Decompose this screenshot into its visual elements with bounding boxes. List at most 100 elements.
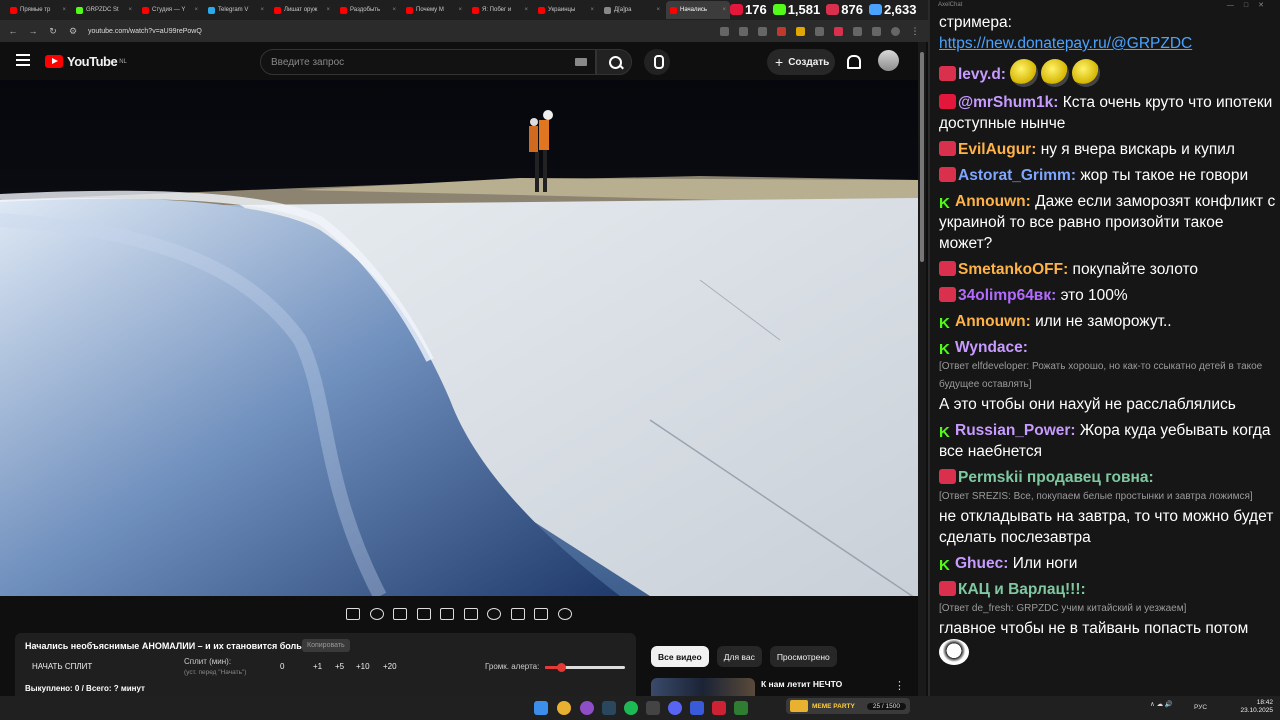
profile-icon[interactable] (891, 26, 900, 36)
copy-button[interactable]: Копировать (302, 639, 350, 652)
camera-icon[interactable] (534, 608, 549, 620)
close-tab-icon[interactable]: × (194, 7, 198, 13)
chat-username[interactable]: Permskii продавец говна: (958, 469, 1154, 486)
volume-slider[interactable] (545, 663, 625, 672)
increment-button[interactable]: +10 (356, 662, 370, 671)
app-icon[interactable] (580, 701, 594, 715)
close-tab-icon[interactable]: × (590, 7, 594, 13)
chat-username[interactable]: Ghuec: (955, 555, 1008, 572)
browser-tab[interactable]: Раздобыть × (336, 1, 400, 19)
chat-username[interactable]: 34olimp64вк: (958, 287, 1056, 304)
chat-username[interactable]: Astorat_Grimm: (958, 167, 1076, 184)
reload-icon[interactable]: ↻ (48, 26, 58, 37)
menu-icon[interactable] (16, 54, 30, 66)
chat-username[interactable]: КАЦ и Варлац!!!: (958, 581, 1086, 598)
video-player[interactable] (0, 80, 918, 596)
chat-username[interactable]: levy.d: (958, 66, 1006, 83)
recommendation-thumbnail[interactable] (651, 678, 755, 696)
close-tab-icon[interactable]: × (656, 7, 660, 13)
broadcast-icon[interactable] (369, 608, 384, 620)
discord-icon[interactable] (668, 701, 682, 715)
close-tab-icon[interactable]: × (128, 7, 132, 13)
screen-settings-icon[interactable] (393, 608, 408, 620)
keyboard-icon[interactable] (575, 58, 587, 66)
close-tab-icon[interactable]: × (62, 7, 66, 13)
split-value[interactable]: 0 (280, 662, 284, 671)
volume-knob[interactable] (557, 663, 566, 672)
browser-tab[interactable]: Начались × (666, 1, 730, 19)
loop-icon[interactable] (346, 608, 360, 620)
extensions-puzzle-icon[interactable] (853, 26, 862, 36)
browser-tab[interactable]: Telegram V × (204, 1, 268, 19)
voice-search-icon[interactable] (644, 49, 670, 75)
close-tab-icon[interactable]: × (458, 7, 462, 13)
gear-icon[interactable] (557, 608, 572, 620)
browser-tab[interactable]: Лишат оруж × (270, 1, 334, 19)
system-tray-icons[interactable]: ∧ ☁ 🔊 (1150, 700, 1173, 708)
app-icon[interactable] (712, 701, 726, 715)
start-split-button[interactable]: НАЧАТЬ СПЛИТ (32, 662, 92, 671)
browser-tab[interactable]: Прямые тр × (6, 1, 70, 19)
app-icon[interactable] (690, 701, 704, 715)
steam-icon[interactable] (602, 701, 616, 715)
chat-username[interactable]: EvilAugur: (958, 141, 1036, 158)
close-tab-icon[interactable]: × (260, 7, 264, 13)
avatar[interactable] (878, 50, 899, 71)
chat-username[interactable]: Annouwn: (955, 193, 1031, 210)
close-tab-icon[interactable]: × (524, 7, 528, 13)
chat-link[interactable]: https://new.donatepay.ru/@GRPZDC (939, 35, 1192, 52)
obs-icon[interactable] (646, 701, 660, 715)
notifications-bell-icon[interactable] (845, 54, 861, 69)
increment-button[interactable]: +5 (335, 662, 344, 671)
browser-tab[interactable]: Я: Побег и × (468, 1, 532, 19)
app-icon[interactable] (734, 701, 748, 715)
input-language[interactable]: РУС (1194, 704, 1207, 711)
chip-all-videos[interactable]: Все видео (651, 646, 709, 667)
increment-button[interactable]: +20 (383, 662, 397, 671)
clapperboard-icon[interactable] (416, 608, 431, 620)
scrollbar-thumb[interactable] (920, 52, 924, 262)
chip-for-you[interactable]: Для вас (716, 646, 762, 667)
increment-button[interactable]: +1 (313, 662, 322, 671)
bookmark-star-icon[interactable] (758, 26, 767, 36)
create-button[interactable]: + Создать (767, 49, 835, 75)
chrome-icon[interactable] (557, 701, 571, 715)
extension-icon[interactable] (815, 26, 824, 36)
recommendation-title[interactable]: К нам летит НЕЧТО (761, 679, 842, 689)
meme-party-widget[interactable]: MEME PARTY 25 / 1500 (786, 698, 910, 714)
aspect-ratio-icon[interactable] (440, 608, 455, 620)
extension-icon[interactable] (834, 26, 843, 36)
chat-username[interactable]: Russian_Power: (955, 422, 1076, 439)
back-icon[interactable]: ← (8, 26, 18, 36)
windows-start-icon[interactable] (534, 701, 548, 715)
chat-username[interactable]: SmetankoOFF: (958, 261, 1068, 278)
youtube-logo[interactable]: YouTube NL (45, 54, 127, 69)
browser-menu-icon[interactable]: ⋮ (910, 26, 920, 37)
url-field[interactable]: youtube.com/watch?v=aU99rePowQ (88, 28, 710, 35)
speedometer-icon[interactable] (487, 608, 502, 620)
zoom-icon[interactable] (739, 26, 748, 36)
extension-icon[interactable] (777, 26, 786, 36)
more-options-icon[interactable]: ⋮ (894, 679, 905, 692)
close-tab-icon[interactable]: × (722, 7, 726, 13)
browser-tab[interactable]: Д[а]ра × (600, 1, 664, 19)
browser-tab[interactable]: Украинцы × (534, 1, 598, 19)
forward-icon[interactable]: → (28, 26, 38, 36)
clock[interactable]: 18:42 23.10.2025 (1237, 699, 1273, 715)
picture-in-picture-icon[interactable] (510, 608, 525, 620)
download-icon[interactable] (872, 26, 881, 36)
browser-tab[interactable]: GRPZDC St × (72, 1, 136, 19)
film-strip-icon[interactable] (463, 608, 478, 620)
install-icon[interactable] (720, 26, 729, 36)
close-tab-icon[interactable]: × (392, 7, 396, 13)
page-scrollbar[interactable] (918, 42, 926, 696)
chat-username[interactable]: Wyndace: (955, 339, 1028, 356)
spotify-icon[interactable] (624, 701, 638, 715)
browser-tab[interactable]: Студия — Y × (138, 1, 202, 19)
search-button[interactable] (596, 49, 632, 75)
browser-tab[interactable]: Почему М × (402, 1, 466, 19)
close-tab-icon[interactable]: × (326, 7, 330, 13)
chat-username[interactable]: @mrShum1k: (958, 94, 1058, 111)
window-controls[interactable]: —□✕ (1227, 1, 1274, 9)
search-input[interactable]: Введите запрос (260, 49, 596, 75)
